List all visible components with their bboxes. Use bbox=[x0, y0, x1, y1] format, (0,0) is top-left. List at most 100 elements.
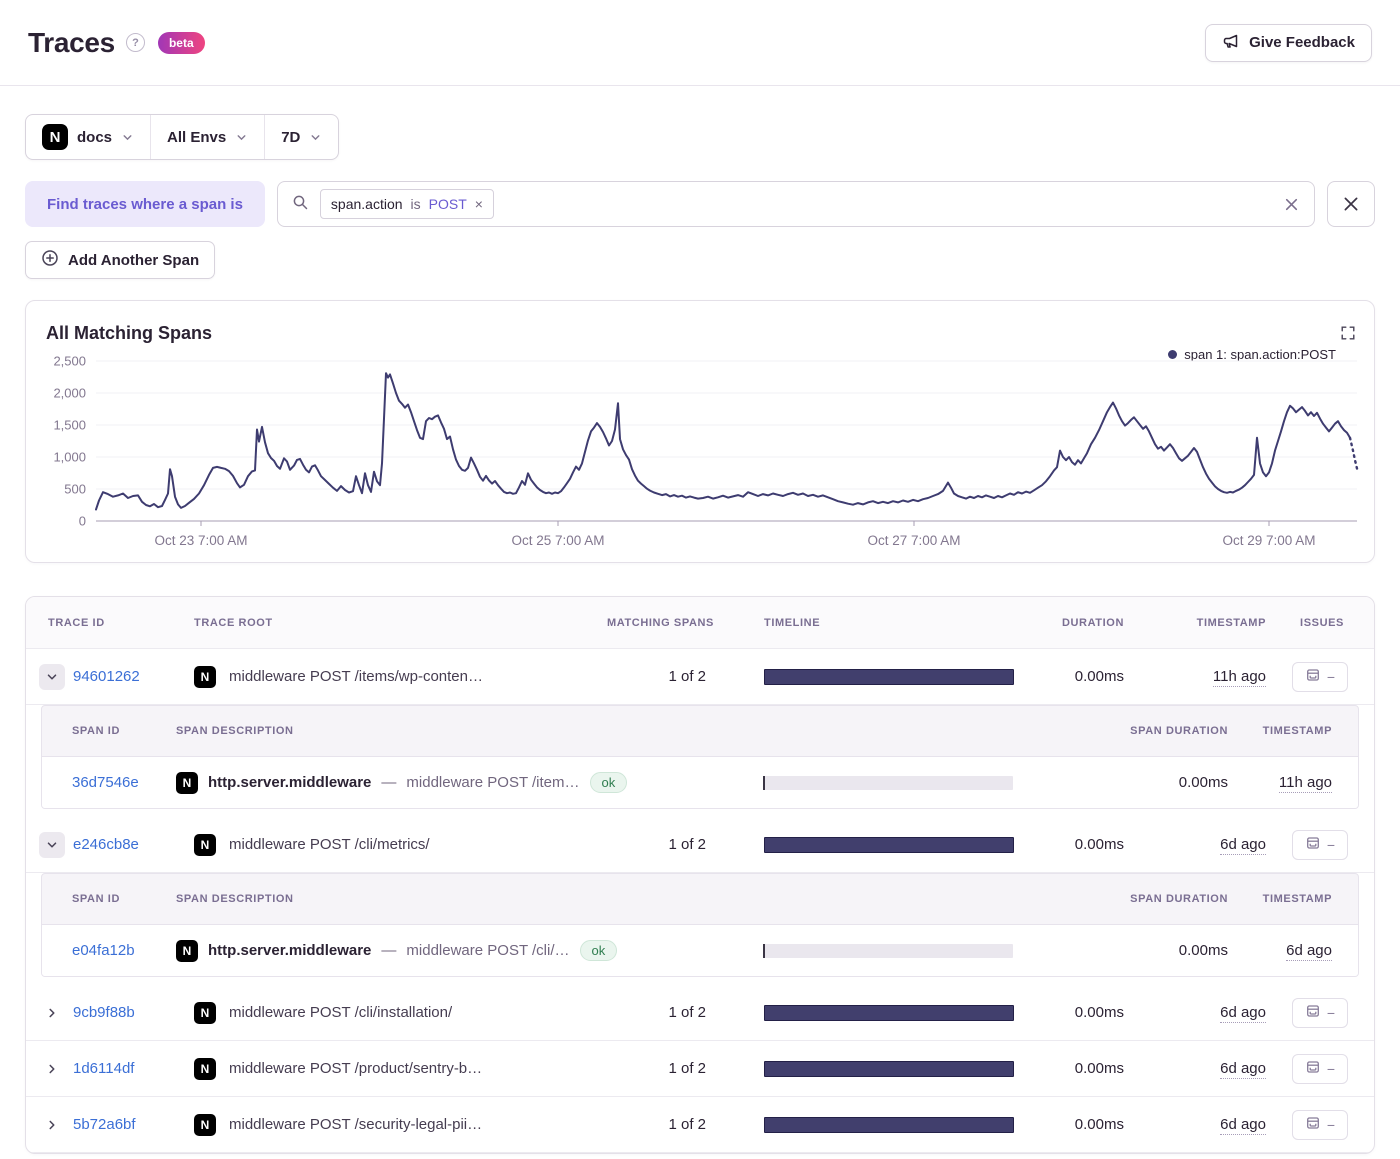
issues-indicator[interactable]: − bbox=[1292, 998, 1348, 1028]
trace-timeline-bar[interactable] bbox=[764, 1005, 1014, 1021]
give-feedback-button[interactable]: Give Feedback bbox=[1205, 24, 1372, 62]
column-header-span-duration: SPAN DURATION bbox=[1108, 893, 1238, 905]
environment-filter-label: All Envs bbox=[167, 129, 226, 146]
expand-chevron-button[interactable] bbox=[39, 664, 65, 690]
chevron-down-icon bbox=[309, 131, 322, 144]
span-timeline-bar[interactable] bbox=[763, 776, 1013, 790]
trace-root-text: middleware POST /security-legal-pii… bbox=[229, 1116, 482, 1133]
token-remove-icon[interactable]: × bbox=[475, 196, 483, 212]
nextjs-project-icon: N bbox=[194, 1058, 216, 1080]
svg-text:Oct 27 7:00 AM: Oct 27 7:00 AM bbox=[867, 533, 960, 548]
issues-inbox-icon bbox=[1305, 835, 1321, 854]
span-id-link[interactable]: e04fa12b bbox=[42, 942, 160, 959]
search-clear-icon[interactable] bbox=[1283, 196, 1300, 213]
fullscreen-expand-icon[interactable] bbox=[1340, 325, 1356, 341]
issues-indicator[interactable]: − bbox=[1292, 830, 1348, 860]
column-header-timestamp: TIMESTAMP bbox=[1134, 617, 1274, 629]
trace-timeline-bar[interactable] bbox=[764, 837, 1014, 853]
span-row: 36d7546e N http.server.middleware — midd… bbox=[42, 756, 1358, 808]
nextjs-project-icon: N bbox=[194, 1002, 216, 1024]
chart-title: All Matching Spans bbox=[46, 323, 212, 344]
chevron-down-icon bbox=[235, 131, 248, 144]
trace-timeline-bar[interactable] bbox=[764, 669, 1014, 685]
trace-timestamp[interactable]: 6d ago bbox=[1220, 1060, 1266, 1079]
matching-spans-count: 1 of 2 bbox=[604, 1004, 714, 1021]
svg-text:0: 0 bbox=[79, 514, 86, 529]
traces-table: TRACE ID TRACE ROOT MATCHING SPANS TIMEL… bbox=[25, 596, 1375, 1154]
trace-id-link[interactable]: 1d6114df bbox=[73, 1060, 134, 1077]
trace-row: e246cb8e N middleware POST /cli/metrics/… bbox=[26, 817, 1374, 873]
trace-duration: 0.00ms bbox=[1014, 668, 1134, 685]
trace-timeline-bar[interactable] bbox=[764, 1117, 1014, 1133]
trace-row: 5b72a6bf N middleware POST /security-leg… bbox=[26, 1097, 1374, 1153]
issues-none-dash: − bbox=[1327, 669, 1335, 685]
svg-text:Oct 25 7:00 AM: Oct 25 7:00 AM bbox=[511, 533, 604, 548]
trace-timestamp[interactable]: 6d ago bbox=[1220, 1116, 1266, 1135]
trace-duration: 0.00ms bbox=[1014, 1116, 1134, 1133]
column-header-matching-spans: MATCHING SPANS bbox=[604, 617, 714, 629]
issues-indicator[interactable]: − bbox=[1292, 662, 1348, 692]
help-icon[interactable]: ? bbox=[126, 33, 145, 52]
trace-timestamp[interactable]: 6d ago bbox=[1220, 1004, 1266, 1023]
nextjs-project-icon: N bbox=[176, 772, 198, 794]
column-header-timeline: TIMELINE bbox=[714, 617, 1014, 629]
token-key: span.action bbox=[331, 196, 403, 212]
environment-filter[interactable]: All Envs bbox=[150, 115, 264, 159]
page-title: Traces bbox=[28, 27, 115, 59]
project-filter-label: docs bbox=[77, 129, 112, 146]
trace-id-link[interactable]: 5b72a6bf bbox=[73, 1116, 136, 1133]
trace-group: 94601262 N middleware POST /items/wp-con… bbox=[26, 649, 1374, 809]
project-filter[interactable]: N docs bbox=[26, 115, 150, 159]
token-value: POST bbox=[429, 196, 467, 212]
column-header-span-id: SPAN ID bbox=[42, 893, 160, 905]
search-filter-token[interactable]: span.action is POST × bbox=[320, 189, 494, 219]
issues-none-dash: − bbox=[1327, 837, 1335, 853]
traces-table-body: 94601262 N middleware POST /items/wp-con… bbox=[26, 649, 1374, 1153]
span-description-text: middleware POST /cli/… bbox=[406, 942, 569, 959]
trace-id-link[interactable]: 94601262 bbox=[73, 668, 140, 685]
trace-row: 9cb9f88b N middleware POST /cli/installa… bbox=[26, 985, 1374, 1041]
span-status-badge: ok bbox=[590, 772, 628, 793]
trace-timeline-bar[interactable] bbox=[764, 1061, 1014, 1077]
trace-group: 9cb9f88b N middleware POST /cli/installa… bbox=[26, 985, 1374, 1041]
span-timeline-bar[interactable] bbox=[763, 944, 1013, 958]
app-header: Traces ? beta Give Feedback bbox=[0, 0, 1400, 86]
token-operator: is bbox=[411, 196, 421, 212]
span-id-link[interactable]: 36d7546e bbox=[42, 774, 160, 791]
column-header-span-description: SPAN DESCRIPTION bbox=[160, 725, 763, 737]
trace-spans-subtable: SPAN ID SPAN DESCRIPTION SPAN DURATION T… bbox=[41, 873, 1359, 977]
expand-chevron-button[interactable] bbox=[39, 1056, 65, 1082]
span-timestamp[interactable]: 11h ago bbox=[1279, 774, 1332, 793]
span-description-text: middleware POST /item… bbox=[406, 774, 579, 791]
issues-indicator[interactable]: − bbox=[1292, 1054, 1348, 1084]
date-range-filter[interactable]: 7D bbox=[264, 115, 338, 159]
svg-text:1,500: 1,500 bbox=[53, 418, 86, 433]
nextjs-project-icon: N bbox=[42, 124, 68, 150]
nextjs-project-icon: N bbox=[194, 1114, 216, 1136]
date-range-filter-label: 7D bbox=[281, 129, 300, 146]
span-row: e04fa12b N http.server.middleware — midd… bbox=[42, 924, 1358, 976]
add-another-span-button[interactable]: Add Another Span bbox=[25, 241, 215, 279]
issues-none-dash: − bbox=[1327, 1061, 1335, 1077]
trace-id-link[interactable]: e246cb8e bbox=[73, 836, 139, 853]
expand-chevron-button[interactable] bbox=[39, 1112, 65, 1138]
find-span-prefix-label: Find traces where a span is bbox=[25, 181, 265, 227]
expand-chevron-button[interactable] bbox=[39, 832, 65, 858]
issues-indicator[interactable]: − bbox=[1292, 1110, 1348, 1140]
megaphone-icon bbox=[1222, 32, 1240, 54]
trace-group: 1d6114df N middleware POST /product/sent… bbox=[26, 1041, 1374, 1097]
trace-duration: 0.00ms bbox=[1014, 836, 1134, 853]
issues-inbox-icon bbox=[1305, 1115, 1321, 1134]
matching-spans-count: 1 of 2 bbox=[604, 1116, 714, 1133]
expand-chevron-button[interactable] bbox=[39, 1000, 65, 1026]
trace-id-link[interactable]: 9cb9f88b bbox=[73, 1004, 135, 1021]
span-timestamp[interactable]: 6d ago bbox=[1286, 942, 1332, 961]
remove-span-condition-button[interactable] bbox=[1327, 181, 1375, 227]
trace-timestamp[interactable]: 6d ago bbox=[1220, 836, 1266, 855]
trace-timestamp[interactable]: 11h ago bbox=[1213, 668, 1266, 687]
page-body: N docs All Envs 7D Find traces where a s… bbox=[0, 86, 1400, 1154]
matching-spans-count: 1 of 2 bbox=[604, 836, 714, 853]
trace-root-text: middleware POST /items/wp-conten… bbox=[229, 668, 483, 685]
span-search-input[interactable]: span.action is POST × bbox=[277, 181, 1315, 227]
matching-spans-chart-card: All Matching Spans span 1: span.action:P… bbox=[25, 300, 1375, 563]
